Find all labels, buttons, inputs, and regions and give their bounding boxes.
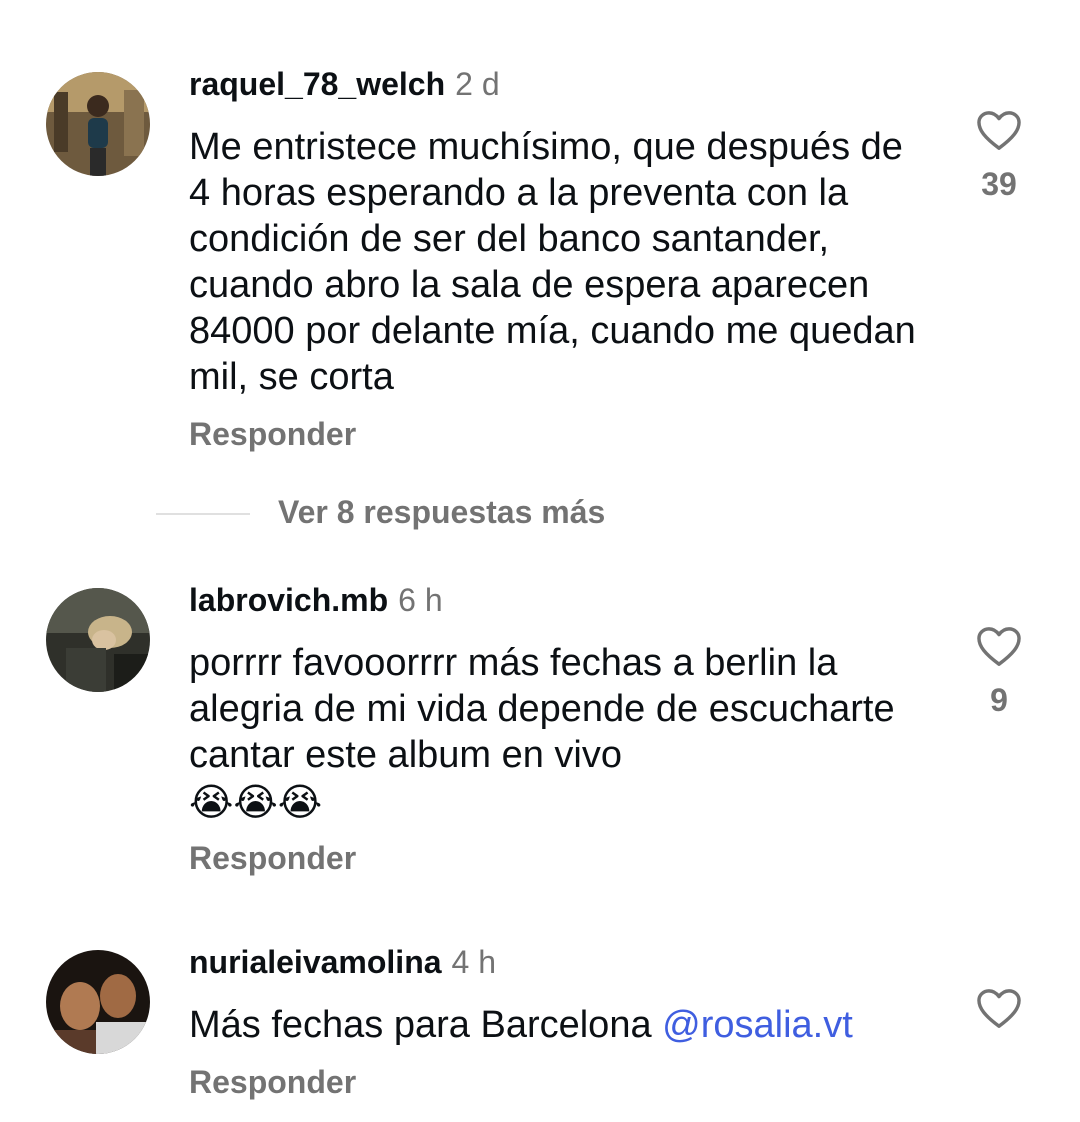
avatar[interactable] <box>46 950 150 1054</box>
username[interactable]: labrovich.mb <box>189 582 388 618</box>
emoji-group: 😭😭😭 <box>189 781 323 824</box>
username[interactable]: nurialeivamolina <box>189 944 442 980</box>
avatar-image <box>46 950 150 1054</box>
reply-button[interactable]: Responder <box>189 416 356 453</box>
view-more-replies-label[interactable]: Ver 8 respuestas más <box>278 494 605 531</box>
comment-header: labrovich.mb 6 h <box>189 582 443 619</box>
username[interactable]: raquel_78_welch <box>189 66 445 102</box>
avatar[interactable] <box>46 588 150 692</box>
like-count: 39 <box>981 166 1017 202</box>
comment-text: Me entristece muchísimo, que después de … <box>189 126 916 398</box>
view-more-replies[interactable]: Ver 8 respuestas más <box>0 490 1080 540</box>
reply-button[interactable]: Responder <box>189 1064 356 1101</box>
avatar[interactable] <box>46 72 150 176</box>
comment-header: raquel_78_welch 2 d <box>189 66 500 103</box>
timestamp: 6 h <box>398 582 443 618</box>
comment-text: porrrr favooorrrr más fechas a berlin la… <box>189 640 919 826</box>
comment-header: nurialeivamolina 4 h <box>189 944 496 981</box>
like-area: 9 <box>966 626 1032 719</box>
avatar-image <box>46 588 150 692</box>
heart-outline-icon[interactable] <box>976 988 1022 1030</box>
like-count: 9 <box>990 682 1008 718</box>
like-area: 39 <box>966 110 1032 203</box>
comment-text-content: Más fechas para Barcelona <box>189 1004 663 1046</box>
mention-link[interactable]: @rosalia.vt <box>662 1004 853 1046</box>
avatar-image <box>46 72 150 176</box>
comment-text: Más fechas para Barcelona @rosalia.vt <box>189 1002 919 1048</box>
like-area <box>966 988 1032 1030</box>
timestamp: 2 d <box>455 66 500 102</box>
divider-line <box>156 513 250 515</box>
heart-outline-icon[interactable] <box>976 110 1022 152</box>
heart-outline-icon[interactable] <box>976 626 1022 668</box>
reply-button[interactable]: Responder <box>189 840 356 877</box>
timestamp: 4 h <box>451 944 497 980</box>
comment-text-content: porrrr favooorrrr más fechas a berlin la… <box>189 642 895 776</box>
